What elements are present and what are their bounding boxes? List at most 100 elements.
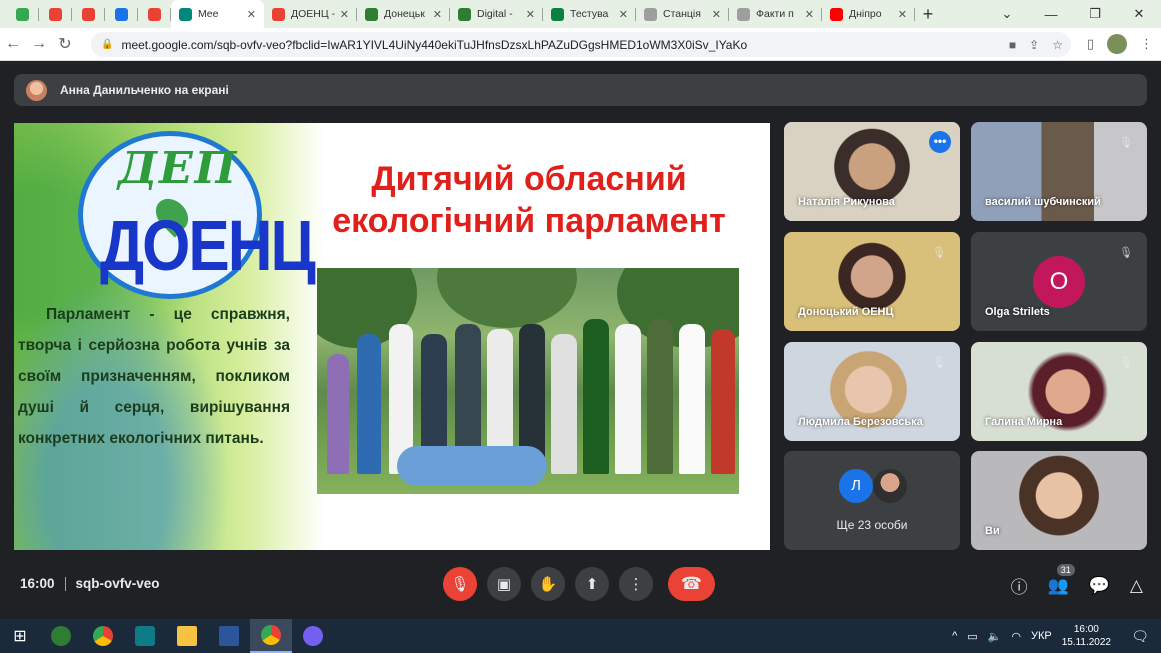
muted-mic-icon: 🎙 [1119,356,1133,369]
taskbar-app-chrome-active[interactable] [250,619,292,653]
new-tab-button[interactable]: + [915,4,941,25]
browser-tab[interactable]: Факти п ✕ [729,0,822,28]
word-icon [219,626,239,646]
browser-tab[interactable]: Станція ✕ [636,0,729,28]
shared-screen[interactable]: ДЕП ДОЕНЦ Дитячий обласний екологічний п… [14,123,770,550]
share-icon[interactable]: ⇪ [1029,38,1039,52]
reload-button[interactable]: ↻ [52,34,78,54]
omnibox[interactable]: 🔒 meet.google.com/sqb-ovfv-veo?fbclid=Iw… [91,32,1071,57]
windows-start-icon[interactable]: ⊞ [0,626,40,646]
call-controls: 🎙 ▣ ✋ ⬆ ⋮ ☎ [443,567,715,601]
participant-name: Доноцький ОЕНЦ [798,306,894,318]
taskbar-app-explorer[interactable] [166,619,208,653]
more-participants-label: Ще 23 особи [836,518,908,532]
participant-tile[interactable]: Ви [971,451,1147,550]
close-tab-icon[interactable]: ✕ [433,8,442,21]
present-button[interactable]: ⬆ [575,567,609,601]
browser-tab[interactable]: Дніпро ✕ [822,0,915,28]
gmail-icon [82,7,95,21]
url-text[interactable]: meet.google.com/sqb-ovfv-veo?fbclid=IwAR… [121,38,1001,52]
meet-side-controls: ⓘ 👥 31 💬 △ [1011,563,1143,598]
forward-button[interactable]: → [26,35,52,53]
leave-call-button[interactable]: ☎ [668,567,715,601]
minimize-button[interactable]: — [1029,7,1073,22]
browser-tab[interactable] [72,0,105,28]
participant-tile[interactable]: 🎙 василий шубчинский [971,122,1147,221]
lock-icon[interactable]: 🔒 [101,39,113,50]
camera-indicator-icon[interactable]: ■ [1009,38,1016,52]
browser-tab[interactable]: Digital - ✕ [450,0,543,28]
browser-tab[interactable] [138,0,171,28]
participant-tile[interactable]: O 🎙 Olga Strilets [971,232,1147,331]
gmail-icon [49,7,62,21]
browser-tab[interactable] [6,0,39,28]
restore-button[interactable]: ❐ [1073,6,1117,22]
browser-menu-icon[interactable]: ⋮ [1140,36,1153,52]
taskbar-app-download[interactable] [124,619,166,653]
mic-toggle-button[interactable]: 🎙 [443,567,477,601]
photo-sitting-group [397,446,547,486]
muted-mic-icon: 🎙 [1119,246,1133,259]
more-participants-tile[interactable]: Л Ще 23 особи [784,451,960,550]
back-button[interactable]: ← [0,35,26,53]
taskbar-clock[interactable]: 16:00 15.11.2022 [1062,623,1111,649]
muted-mic-icon: 🎙 [932,246,946,259]
bookmark-star-icon[interactable]: ☆ [1052,38,1063,52]
close-tab-icon[interactable]: ✕ [247,8,256,21]
battery-icon[interactable]: ▭ [967,630,977,643]
logo-dep-text: ДЕП [118,143,239,194]
camera-toggle-button[interactable]: ▣ [487,567,521,601]
slide-group-photo [317,268,739,494]
notifications-icon[interactable]: 🗨 [1131,628,1149,645]
browser-tab[interactable]: Тестува ✕ [543,0,636,28]
people-button[interactable]: 👥 31 [1048,563,1075,596]
close-window-button[interactable]: ✕ [1117,6,1161,22]
chat-icon[interactable]: 💬 [1089,576,1110,596]
photo-person [679,324,705,474]
logo-doenc-text: ДОЕНЦ [100,206,316,287]
more-vert-icon: ⋮ [628,576,644,593]
volume-icon[interactable]: 🔈 [988,630,1002,643]
classroom-icon [16,7,29,21]
participant-tile[interactable]: 🎙 Галина Мирна [971,342,1147,441]
taskbar-app-viber[interactable] [292,619,334,653]
photo-person [327,354,349,474]
close-tab-icon[interactable]: ✕ [526,8,535,21]
browser-tab[interactable]: ДОЕНЦ - ✕ [264,0,357,28]
close-tab-icon[interactable]: ✕ [619,8,628,21]
browser-tab[interactable] [39,0,72,28]
participant-options-icon[interactable]: ••• [929,131,951,153]
activities-icon[interactable]: △ [1130,576,1143,596]
language-indicator[interactable]: УКР [1031,630,1052,642]
close-tab-icon[interactable]: ✕ [340,8,349,21]
wifi-icon[interactable]: ◠ [1011,630,1021,643]
photo-person [647,319,673,474]
participant-tile[interactable]: 🎙 Людмила Березовська [784,342,960,441]
puzzle-icon [551,7,564,21]
tab-title: ДОЕНЦ - [291,8,336,20]
tab-search-icon[interactable]: ⌄ [985,6,1029,22]
windows-taskbar: ⊞ ^ ▭ 🔈 ◠ УКР 16:00 15.11.2022 🗨 [0,619,1161,653]
meeting-details: 16:00 sqb-ovfv-veo [20,576,160,591]
close-tab-icon[interactable]: ✕ [805,8,814,21]
close-tab-icon[interactable]: ✕ [898,8,907,21]
browser-tab[interactable]: Mee ✕ [171,0,264,28]
raise-hand-button[interactable]: ✋ [531,567,565,601]
side-panel-icon[interactable]: ▯ [1087,36,1094,52]
tab-title: Факти п [756,8,794,20]
profile-avatar[interactable] [1107,34,1127,54]
photo-person [357,334,381,474]
taskbar-app-chrome[interactable] [82,619,124,653]
browser-tab[interactable]: Донецьк ✕ [357,0,450,28]
participant-tile[interactable]: 🎙 Доноцький ОЕНЦ [784,232,960,331]
tray-chevron-icon[interactable]: ^ [952,630,957,642]
taskbar-app-xbox[interactable] [40,619,82,653]
browser-tab[interactable] [105,0,138,28]
viber-icon [303,626,323,646]
more-options-button[interactable]: ⋮ [619,567,653,601]
page-icon [644,7,657,21]
taskbar-app-word[interactable] [208,619,250,653]
info-icon[interactable]: ⓘ [1011,573,1028,598]
close-tab-icon[interactable]: ✕ [712,8,721,21]
participant-tile[interactable]: ••• Наталія Рикунова [784,122,960,221]
